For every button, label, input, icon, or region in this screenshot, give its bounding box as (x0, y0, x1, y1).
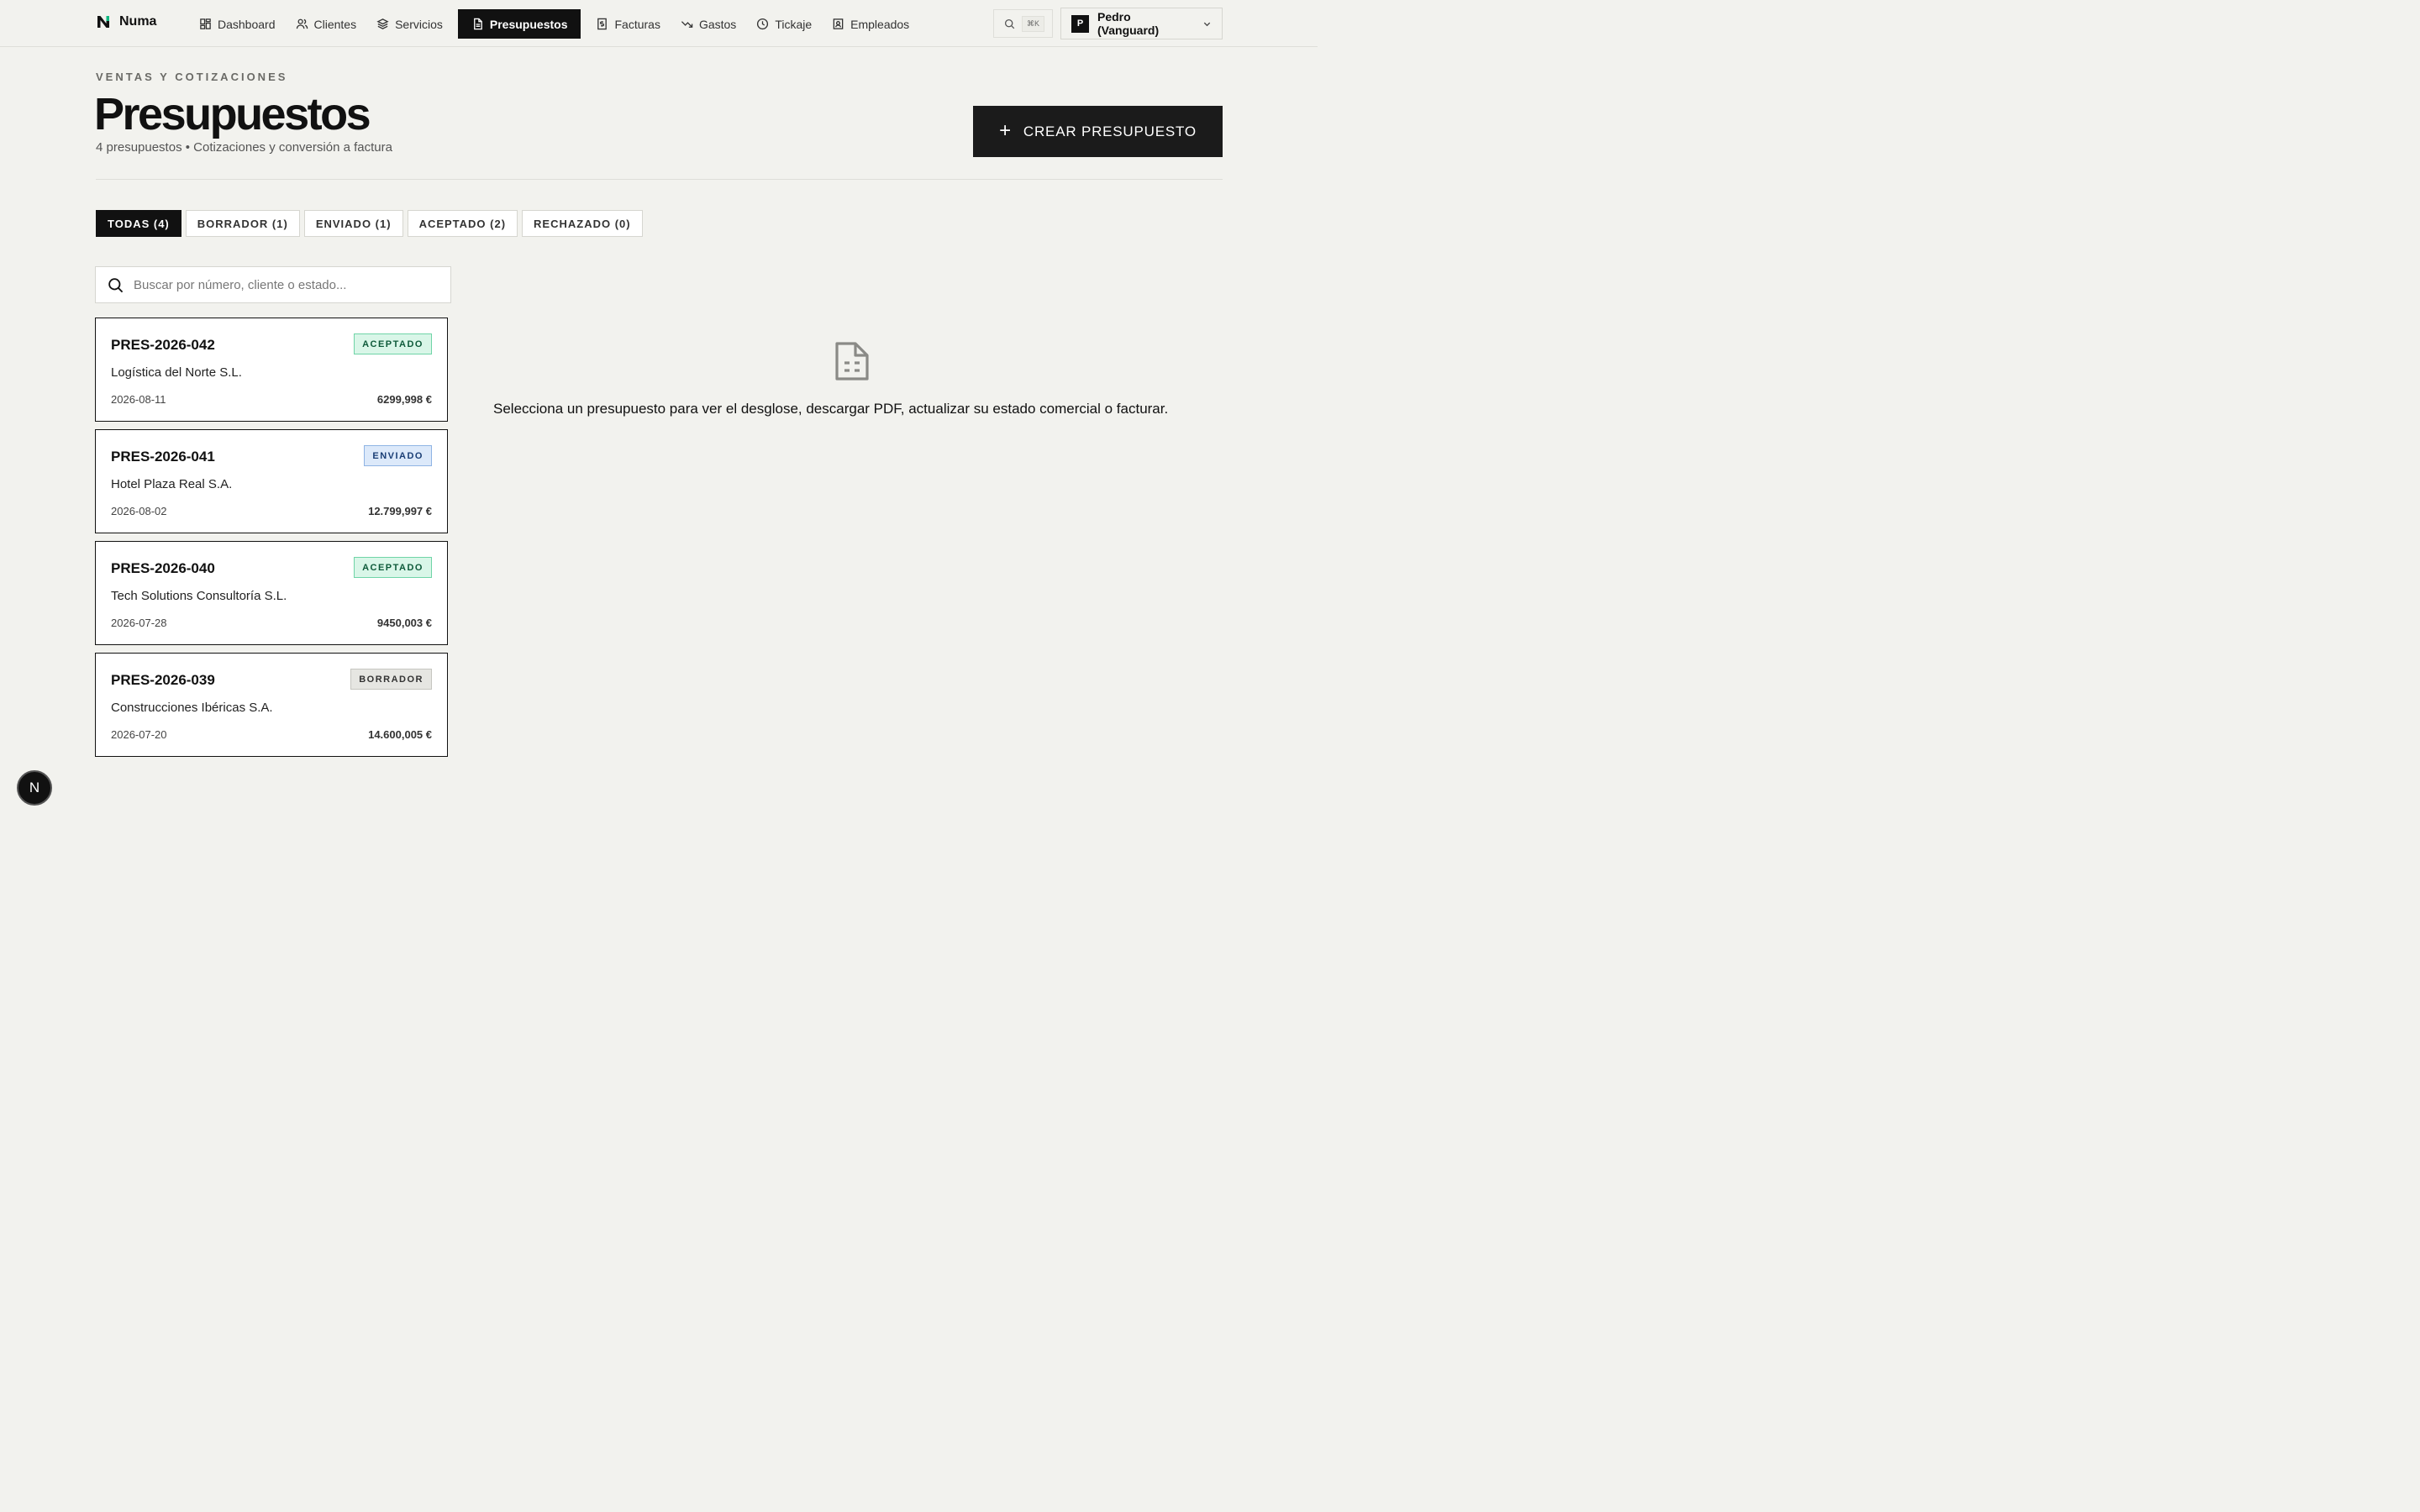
tab-enviado[interactable]: ENVIADO (1) (303, 210, 403, 237)
nav-label: Dashboard (218, 17, 276, 31)
nav-label: Tickaje (775, 17, 813, 31)
search-icon (108, 277, 124, 292)
quote-number: PRES-2026-041 (111, 449, 215, 465)
quote-client: Construcciones Ibéricas S.A. (111, 701, 273, 715)
tab-todas[interactable]: TODAS (4) (96, 210, 182, 237)
top-navigation: Numa Dashboard Clientes Servicios Presup… (0, 0, 1318, 47)
quote-amount: 6299,998 € (376, 393, 432, 406)
quote-card[interactable]: PRES-2026-040 ACEPTADO Tech Solutions Co… (95, 541, 448, 645)
dev-tools-badge[interactable]: N (17, 770, 52, 806)
quote-date: 2026-08-11 (111, 393, 166, 406)
quote-date: 2026-07-20 (111, 728, 167, 741)
status-badge: ENVIADO (364, 445, 432, 466)
brand[interactable]: Numa (96, 14, 156, 29)
tab-borrador[interactable]: BORRADOR (1) (185, 210, 300, 237)
trend-down-icon (681, 21, 693, 28)
create-quote-label: CREAR PRESUPUESTO (1023, 123, 1197, 139)
numa-logo-icon (96, 14, 111, 29)
nav-label: Facturas (614, 17, 660, 31)
nav-item-gastos[interactable]: Gastos (671, 9, 746, 39)
quote-card[interactable]: PRES-2026-041 ENVIADO Hotel Plaza Real S… (95, 429, 448, 533)
page-subtitle: 4 presupuestos • Cotizaciones y conversi… (96, 140, 392, 155)
user-menu[interactable]: P Pedro (Vanguard) (1060, 8, 1223, 39)
quote-number: PRES-2026-039 (111, 672, 215, 688)
quote-date: 2026-08-02 (111, 505, 167, 517)
document-list-icon (835, 342, 869, 381)
avatar: P (1071, 14, 1089, 33)
quote-amount: 9450,003 € (376, 617, 432, 629)
quote-number: PRES-2026-042 (111, 337, 215, 353)
page-title: Presupuestos (94, 89, 371, 139)
nav-label: Clientes (313, 17, 357, 31)
empty-detail-message: Selecciona un presupuesto para ver el de… (493, 401, 1169, 417)
quote-list: PRES-2026-042 ACEPTADO Logística del Nor… (95, 318, 448, 764)
brand-name: Numa (119, 14, 157, 29)
plus-icon: + (999, 118, 1012, 142)
status-badge: ACEPTADO (354, 333, 432, 354)
quote-date: 2026-07-28 (111, 617, 167, 629)
chevron-down-icon (1203, 22, 1211, 26)
status-badge: BORRADOR (350, 669, 432, 690)
search-icon (1004, 18, 1015, 29)
quote-client: Hotel Plaza Real S.A. (111, 477, 233, 491)
quote-amount: 14.600,005 € (368, 728, 432, 741)
document-icon (473, 18, 482, 30)
nav-label: Gastos (698, 17, 737, 31)
quote-search (95, 266, 451, 303)
keyboard-shortcut: ⌘K (1022, 15, 1045, 32)
nav-label: Servicios (395, 17, 443, 31)
quote-card[interactable]: PRES-2026-039 BORRADOR Construcciones Ib… (95, 653, 448, 757)
divider (96, 179, 1223, 180)
users-icon (296, 18, 308, 29)
user-name: Pedro (Vanguard) (1097, 10, 1160, 37)
clock-icon (757, 18, 769, 30)
nav-item-dashboard[interactable]: Dashboard (189, 9, 286, 39)
nav-item-clientes[interactable]: Clientes (286, 9, 367, 39)
nav-label: Empleados (850, 17, 910, 31)
quote-client: Tech Solutions Consultoría S.L. (111, 589, 287, 603)
quote-amount: 12.799,997 € (368, 505, 432, 517)
id-badge-icon (833, 18, 844, 29)
nav-label: Presupuestos (489, 17, 568, 31)
nav-item-facturas[interactable]: Facturas (586, 9, 670, 39)
nav-item-presupuestos[interactable]: Presupuestos (457, 9, 581, 39)
create-quote-button[interactable]: + CREAR PRESUPUESTO (973, 106, 1223, 157)
nav-item-tickaje[interactable]: Tickaje (746, 9, 822, 39)
status-badge: ACEPTADO (354, 557, 432, 578)
layers-icon (376, 18, 389, 29)
search-input[interactable] (134, 277, 436, 292)
command-search-button[interactable]: ⌘K (993, 9, 1053, 38)
tab-rechazado[interactable]: RECHAZADO (0) (522, 210, 643, 237)
main-nav: Dashboard Clientes Servicios Presupuesto… (189, 9, 919, 39)
quote-number: PRES-2026-040 (111, 560, 215, 576)
quote-client: Logística del Norte S.L. (111, 365, 242, 380)
invoice-icon (597, 18, 608, 30)
dashboard-icon (200, 18, 211, 29)
nav-item-servicios[interactable]: Servicios (366, 9, 453, 39)
section-eyebrow: VENTAS Y COTIZACIONES (96, 71, 288, 83)
nav-item-empleados[interactable]: Empleados (822, 9, 919, 39)
tab-aceptado[interactable]: ACEPTADO (2) (407, 210, 518, 237)
status-tabs: TODAS (4) BORRADOR (1) ENVIADO (1) ACEPT… (96, 210, 643, 237)
quote-card[interactable]: PRES-2026-042 ACEPTADO Logística del Nor… (95, 318, 448, 422)
